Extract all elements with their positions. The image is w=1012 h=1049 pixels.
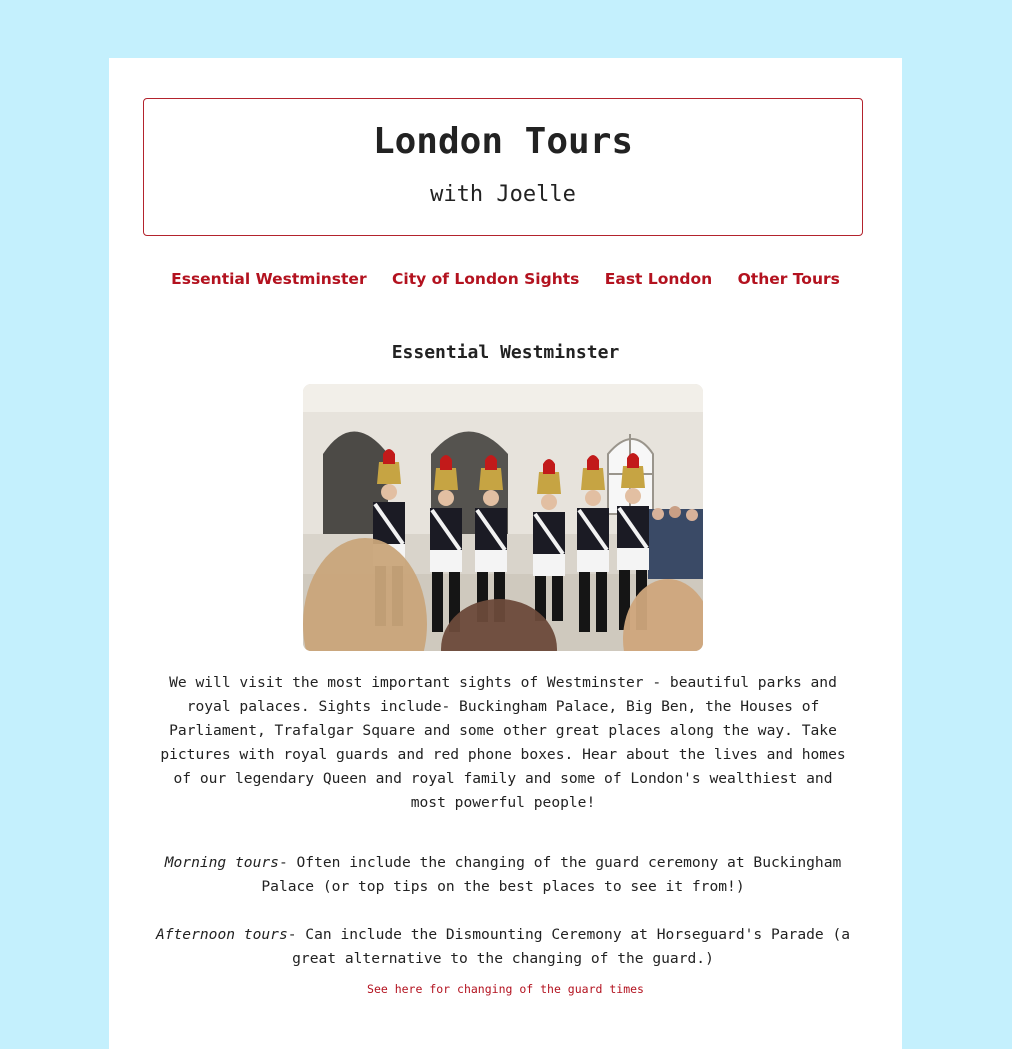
afternoon-tours-label: Afternoon tours: [155, 926, 288, 943]
nav-link-east-london[interactable]: East London: [605, 270, 712, 288]
morning-tours-label: Morning tours: [164, 854, 279, 871]
guards-photo: [303, 384, 703, 651]
main-nav: Essential Westminster City of London Sig…: [109, 270, 902, 288]
section-title: Essential Westminster: [391, 342, 620, 363]
afternoon-tours-paragraph: Afternoon tours- Can include the Dismoun…: [153, 923, 853, 971]
nav-link-other-tours[interactable]: Other Tours: [738, 270, 840, 288]
site-title: London Tours: [372, 121, 634, 162]
nav-link-city-of-london-sights[interactable]: City of London Sights: [392, 270, 579, 288]
morning-tours-paragraph: Morning tours- Often include the changin…: [153, 851, 853, 899]
site-subtitle: with Joelle: [430, 182, 576, 207]
afternoon-tours-text: - Can include the Dismounting Ceremony a…: [287, 926, 851, 967]
content-card: London Tours with Joelle Essential Westm…: [109, 58, 902, 1049]
site-header: London Tours with Joelle: [143, 98, 863, 236]
morning-tours-text: - Often include the changing of the guar…: [261, 854, 842, 895]
intro-paragraph: We will visit the most important sights …: [160, 674, 846, 811]
guard-times-link[interactable]: See here for changing of the guard times: [109, 982, 902, 996]
nav-link-essential-westminster[interactable]: Essential Westminster: [171, 270, 366, 288]
